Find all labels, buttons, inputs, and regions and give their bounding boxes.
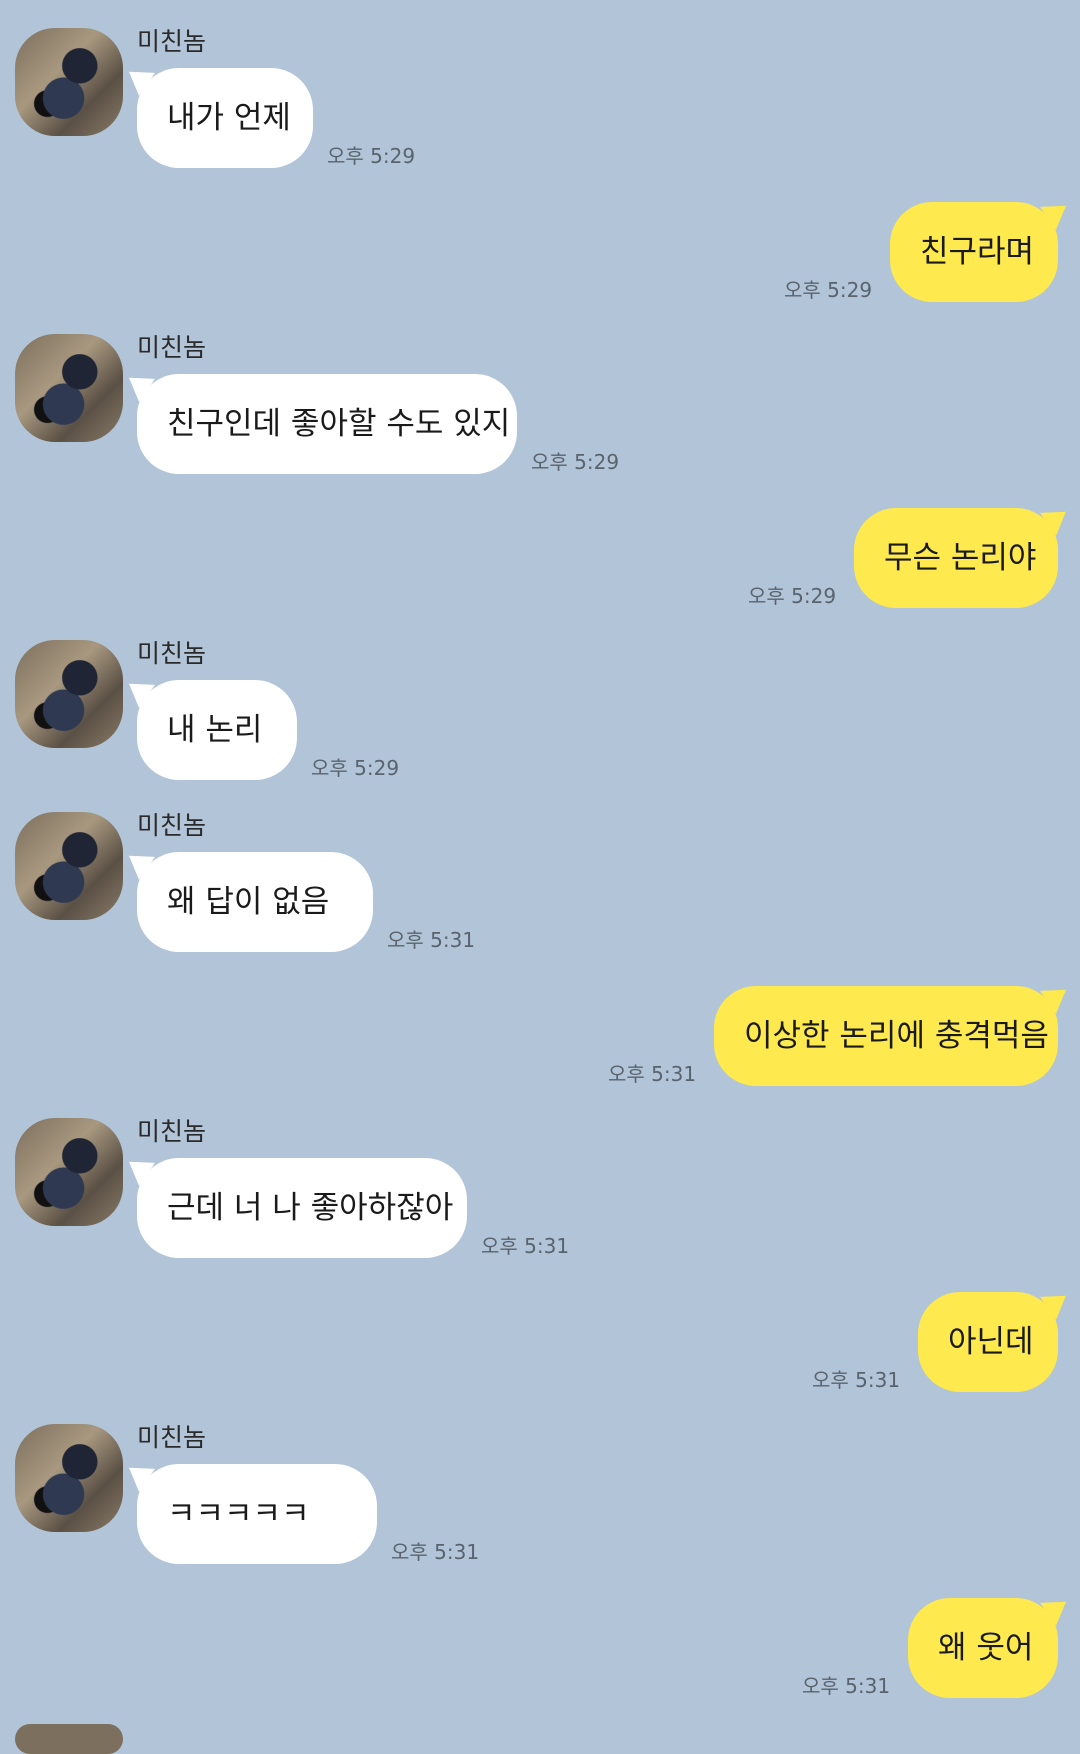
outgoing-message-bubble[interactable]: 왜 웃어	[908, 1598, 1058, 1698]
incoming-message-bubble[interactable]: 근데 너 나 좋아하잖아	[137, 1158, 467, 1258]
message-timestamp: 오후 5:31	[802, 1674, 891, 1698]
sender-name: 미친놈	[137, 1117, 207, 1146]
message-timestamp: 오후 5:31	[481, 1234, 570, 1258]
incoming-message-bubble[interactable]: ㅋㅋㅋㅋㅋ	[137, 1464, 377, 1564]
sender-avatar[interactable]	[15, 1724, 123, 1754]
message-timestamp: 오후 5:31	[391, 1540, 480, 1564]
sender-name: 미친놈	[137, 333, 207, 362]
outgoing-message-bubble[interactable]: 무슨 논리야	[854, 508, 1058, 608]
chat-area[interactable]: 미친놈 내가 언제 오후 5:29 친구라며 오후 5:29 미친놈 친구인데 좋아할 수도…	[0, 0, 1080, 1754]
message-timestamp: 오후 5:29	[784, 278, 873, 302]
sender-avatar[interactable]	[15, 334, 123, 442]
message-timestamp: 오후 5:29	[327, 144, 416, 168]
sender-avatar[interactable]	[15, 812, 123, 920]
sender-name: 미친놈	[137, 811, 207, 840]
incoming-message-bubble[interactable]: 내가 언제	[137, 68, 313, 168]
sender-avatar[interactable]	[15, 1118, 123, 1226]
incoming-message-bubble[interactable]: 친구인데 좋아할 수도 있지	[137, 374, 517, 474]
sender-avatar[interactable]	[15, 1424, 123, 1532]
outgoing-message-bubble[interactable]: 이상한 논리에 충격먹음	[714, 986, 1058, 1086]
outgoing-message-bubble[interactable]: 친구라며	[890, 202, 1058, 302]
sender-avatar[interactable]	[15, 640, 123, 748]
message-timestamp: 오후 5:31	[812, 1368, 901, 1392]
message-timestamp: 오후 5:29	[748, 584, 837, 608]
message-timestamp: 오후 5:31	[387, 928, 476, 952]
sender-name: 미친놈	[137, 27, 207, 56]
sender-name: 미친놈	[137, 639, 207, 668]
incoming-message-bubble[interactable]: 내 논리	[137, 680, 297, 780]
message-timestamp: 오후 5:29	[311, 756, 400, 780]
sender-name: 미친놈	[137, 1423, 207, 1452]
incoming-message-bubble[interactable]: 왜 답이 없음	[137, 852, 373, 952]
message-timestamp: 오후 5:31	[608, 1062, 697, 1086]
outgoing-message-bubble[interactable]: 아닌데	[918, 1292, 1058, 1392]
message-timestamp: 오후 5:29	[531, 450, 620, 474]
sender-avatar[interactable]	[15, 28, 123, 136]
